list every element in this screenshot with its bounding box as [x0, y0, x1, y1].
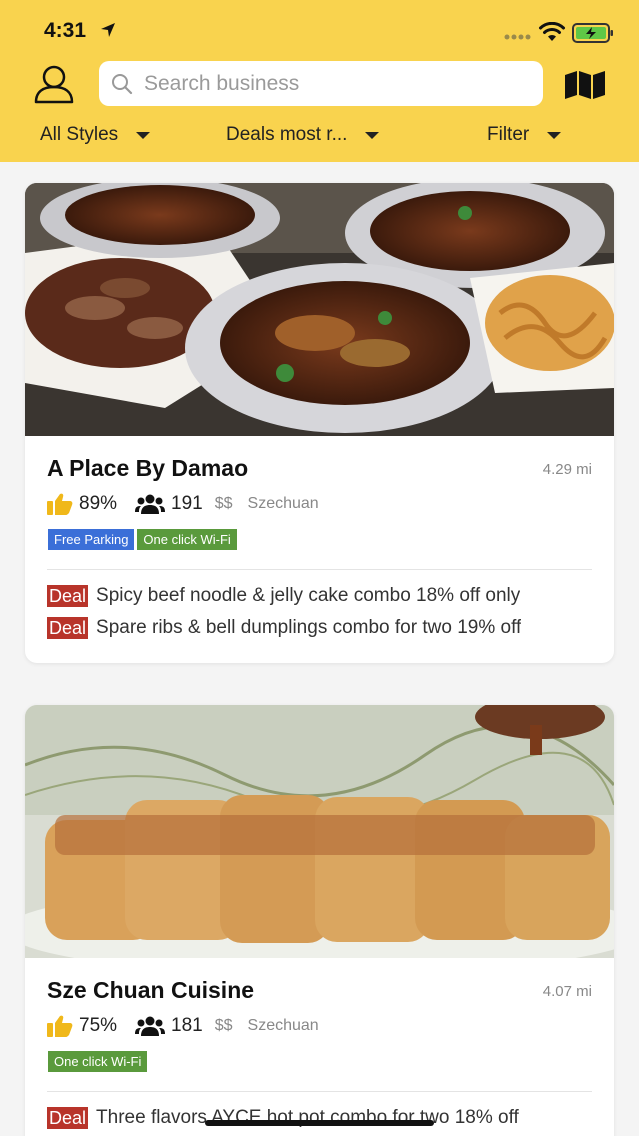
cellular-signal-icon	[504, 34, 531, 40]
review-count: 181	[171, 1015, 203, 1036]
restaurant-distance: 4.29 mi	[542, 461, 592, 478]
restaurant-name: A Place By Damao	[47, 455, 249, 481]
app-header: 4:31 Search business All Styles Deals mo…	[0, 0, 639, 162]
amenity-tag: One click Wi-Fi	[48, 1051, 148, 1072]
amenity-tags: One click Wi-Fi	[48, 1051, 150, 1072]
amenity-tag: One click Wi-Fi	[137, 529, 237, 550]
restaurant-stats: 75% 181 $$ Szechuan	[47, 1015, 319, 1037]
rating-percent: 89%	[79, 493, 118, 514]
restaurant-card[interactable]: Sze Chuan Cuisine 4.07 mi 75% 181 $$ Sze…	[25, 705, 614, 1136]
price-level: $$	[214, 1017, 233, 1034]
profile-button[interactable]	[32, 64, 76, 104]
caret-down-icon	[136, 131, 151, 139]
deal-description: Spare ribs & bell dumplings combo for tw…	[96, 617, 522, 638]
thumbs-up-icon	[47, 493, 73, 515]
divider	[47, 1091, 592, 1092]
location-arrow-icon	[101, 23, 115, 37]
people-icon	[135, 1016, 166, 1036]
person-outline-icon	[34, 65, 74, 104]
status-bar: 4:31	[0, 0, 639, 60]
price-level: $$	[214, 495, 233, 512]
map-button[interactable]	[563, 70, 607, 100]
people-icon	[135, 494, 166, 514]
amenity-tag: Free Parking	[48, 529, 135, 550]
cuisine-type: Szechuan	[247, 1017, 319, 1034]
filter-bar: All Styles Deals most r... Filter	[0, 118, 639, 158]
home-indicator	[205, 1120, 434, 1126]
caret-down-icon	[365, 131, 380, 139]
caret-down-icon	[547, 131, 562, 139]
restaurant-photo	[25, 705, 614, 958]
divider	[47, 569, 592, 570]
restaurant-card[interactable]: A Place By Damao 4.29 mi 89% 191 $$ Szec…	[25, 183, 614, 663]
status-time: 4:31	[44, 19, 87, 42]
sort-filter-label: Deals most r...	[226, 124, 348, 145]
review-count: 191	[171, 493, 203, 514]
rating-percent: 75%	[79, 1015, 118, 1036]
deal-item[interactable]: Deal Spare ribs & bell dumplings combo f…	[47, 617, 592, 639]
amenity-tags: Free Parking One click Wi-Fi	[48, 529, 240, 550]
deal-description: Spicy beef noodle & jelly cake combo 18%…	[96, 585, 521, 606]
map-icon	[565, 71, 605, 99]
thumbs-up-icon	[47, 1015, 73, 1037]
battery-icon	[572, 23, 613, 43]
deal-badge: Deal	[47, 617, 89, 639]
restaurant-distance: 4.07 mi	[542, 983, 592, 1000]
restaurant-stats: 89% 191 $$ Szechuan	[47, 493, 319, 515]
restaurant-name: Sze Chuan Cuisine	[47, 977, 255, 1003]
sort-filter-dropdown[interactable]: Deals most r...	[226, 124, 380, 146]
wifi-icon	[539, 22, 565, 41]
search-bar[interactable]	[99, 61, 543, 106]
cuisine-type: Szechuan	[247, 495, 319, 512]
search-icon	[112, 74, 133, 95]
deal-badge: Deal	[47, 585, 89, 607]
more-filter-label: Filter	[487, 124, 530, 145]
style-filter-dropdown[interactable]: All Styles	[40, 124, 151, 146]
style-filter-label: All Styles	[40, 124, 119, 145]
deal-item[interactable]: Deal Spicy beef noodle & jelly cake comb…	[47, 585, 592, 607]
restaurant-photo	[25, 183, 614, 436]
deal-badge: Deal	[47, 1107, 89, 1129]
more-filter-dropdown[interactable]: Filter	[487, 124, 562, 146]
search-input[interactable]	[144, 61, 534, 106]
